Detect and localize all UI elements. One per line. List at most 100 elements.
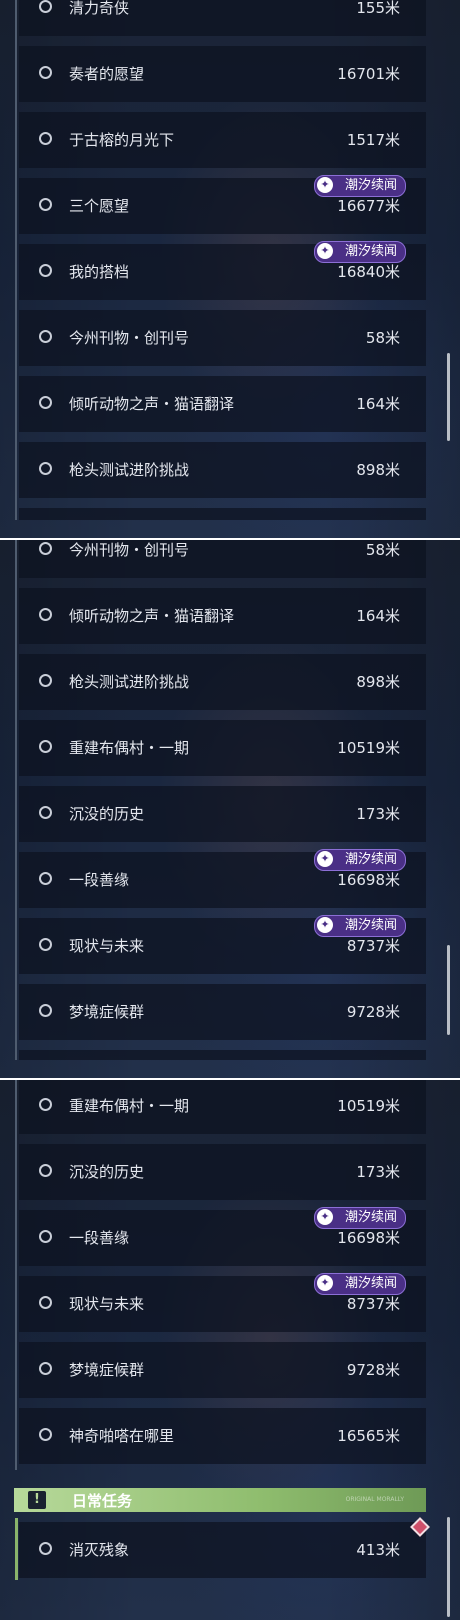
quest-row[interactable]: 消灭残象 413米 bbox=[19, 1522, 426, 1578]
quest-status-circle bbox=[39, 1362, 52, 1375]
scrollbar-thumb[interactable] bbox=[447, 353, 450, 441]
quest-name: 沉没的历史 bbox=[69, 1163, 145, 1181]
quest-row[interactable]: ✦ 潮汐续闻 一段善缘 16698米 bbox=[19, 849, 426, 908]
quest-name: 奏者的愿望 bbox=[69, 65, 145, 83]
quest-distance: 10519米 bbox=[337, 739, 400, 757]
list-rail bbox=[15, 1080, 17, 1470]
quest-status-circle bbox=[39, 66, 52, 79]
quest-row[interactable]: 神奇啪嗒在哪里 16565米 bbox=[19, 1408, 426, 1464]
quest-distance: 10519米 bbox=[337, 1097, 400, 1115]
quest-status-circle bbox=[39, 264, 52, 277]
quest-status-circle bbox=[39, 872, 52, 885]
quest-distance: 16565米 bbox=[337, 1427, 400, 1445]
quest-status-circle bbox=[39, 674, 52, 687]
tide-icon: ✦ bbox=[316, 1275, 333, 1291]
quest-row[interactable]: ✦ 潮汐续闻 一段善缘 16698米 bbox=[19, 1207, 426, 1266]
event-badge-label: 潮汐续闻 bbox=[344, 178, 397, 193]
panel-separator bbox=[0, 1078, 460, 1080]
quest-row[interactable]: 倾听动物之声・猫语翻译 164米 bbox=[19, 376, 426, 432]
quest-row[interactable]: 今州刊物・创刊号 58米 bbox=[19, 540, 426, 578]
quest-row[interactable]: ✦ 潮汐续闻 我的搭档 16840米 bbox=[19, 241, 426, 300]
quest-name: 神奇啪嗒在哪里 bbox=[69, 1427, 175, 1445]
tide-icon: ✦ bbox=[316, 917, 333, 933]
quest-status-circle bbox=[39, 330, 52, 343]
quest-status-circle bbox=[39, 806, 52, 819]
quest-distance: 173米 bbox=[356, 1163, 400, 1181]
quest-row[interactable]: 重建布偶村・一期 10519米 bbox=[19, 720, 426, 776]
quest-status-circle bbox=[39, 1428, 52, 1441]
daily-quests-header[interactable]: ! 日常任务 ORIGINAL MORALLY bbox=[14, 1488, 426, 1512]
quest-row[interactable]: 于古榕的月光下 1517米 bbox=[19, 112, 426, 168]
quest-distance: 898米 bbox=[356, 461, 400, 479]
event-badge: ✦ 潮汐续闻 bbox=[313, 915, 406, 937]
quest-name: 现状与未来 bbox=[69, 1295, 145, 1313]
daily-quests-title: 日常任务 bbox=[72, 1492, 133, 1510]
quest-status-circle bbox=[39, 1230, 52, 1243]
quest-status-circle bbox=[39, 740, 52, 753]
quest-status-circle bbox=[39, 1004, 52, 1017]
quest-status-circle bbox=[39, 1164, 52, 1177]
quest-name: 一段善缘 bbox=[69, 871, 130, 889]
daily-quests-tag: ORIGINAL MORALLY bbox=[345, 1496, 404, 1503]
quest-row[interactable]: 倾听动物之声・猫语翻译 164米 bbox=[19, 588, 426, 644]
quest-name: 梦境症候群 bbox=[69, 1003, 145, 1021]
quest-name: 重建布偶村・一期 bbox=[69, 1097, 190, 1115]
quest-distance: 1517米 bbox=[346, 131, 400, 149]
panel-separator bbox=[0, 538, 460, 540]
quest-row[interactable]: ✦ 潮汐续闻 现状与未来 8737米 bbox=[19, 1273, 426, 1332]
quest-distance: 16701米 bbox=[337, 65, 400, 83]
event-badge: ✦ 潮汐续闻 bbox=[313, 175, 406, 197]
quest-row[interactable]: 枪头测试进阶挑战 898米 bbox=[19, 442, 426, 498]
event-badge-label: 潮汐续闻 bbox=[344, 244, 397, 259]
quest-distance: 164米 bbox=[356, 607, 400, 625]
quest-row-partial bbox=[19, 1050, 426, 1060]
quest-distance: 173米 bbox=[356, 805, 400, 823]
scrollbar-thumb[interactable] bbox=[447, 945, 450, 1035]
quest-row[interactable]: 枪头测试进阶挑战 898米 bbox=[19, 654, 426, 710]
quest-status-circle bbox=[39, 132, 52, 145]
quest-list-panel-2: 今州刊物・创刊号 58米 倾听动物之声・猫语翻译 164米 枪头测试进阶挑战 8… bbox=[0, 540, 460, 1078]
quest-name: 我的搭档 bbox=[69, 263, 130, 281]
tide-icon: ✦ bbox=[316, 243, 333, 259]
scrollbar-thumb[interactable] bbox=[447, 1517, 450, 1617]
tide-icon: ✦ bbox=[316, 851, 333, 867]
quest-row[interactable]: 重建布偶村・一期 10519米 bbox=[19, 1080, 426, 1134]
quest-row[interactable]: 奏者的愿望 16701米 bbox=[19, 46, 426, 102]
quest-status-circle bbox=[39, 1098, 52, 1111]
event-badge-label: 潮汐续闻 bbox=[344, 1276, 397, 1291]
quest-name: 枪头测试进阶挑战 bbox=[69, 461, 190, 479]
quest-name: 重建布偶村・一期 bbox=[69, 739, 190, 757]
list-rail bbox=[15, 0, 17, 520]
event-badge-label: 潮汐续闻 bbox=[344, 852, 397, 867]
quest-status-circle bbox=[39, 198, 52, 211]
quest-status-circle bbox=[39, 396, 52, 409]
quest-status-circle bbox=[39, 462, 52, 475]
quest-row[interactable]: 今州刊物・创刊号 58米 bbox=[19, 310, 426, 366]
quest-name: 清力奇侠 bbox=[69, 0, 130, 17]
quest-name: 今州刊物・创刊号 bbox=[69, 329, 190, 347]
quest-name: 三个愿望 bbox=[69, 197, 130, 215]
quest-row[interactable]: 梦境症候群 9728米 bbox=[19, 1342, 426, 1398]
quest-name: 倾听动物之声・猫语翻译 bbox=[69, 607, 235, 625]
quest-name: 现状与未来 bbox=[69, 937, 145, 955]
event-badge-label: 潮汐续闻 bbox=[344, 918, 397, 933]
quest-name: 倾听动物之声・猫语翻译 bbox=[69, 395, 235, 413]
quest-row[interactable]: 清力奇侠 155米 bbox=[19, 0, 426, 36]
quest-list-panel-3: 重建布偶村・一期 10519米 沉没的历史 173米 ✦ 潮汐续闻 一段善缘 16… bbox=[0, 1080, 460, 1620]
quest-distance: 16677米 bbox=[337, 197, 400, 215]
quest-distance: 16698米 bbox=[337, 871, 400, 889]
tide-icon: ✦ bbox=[316, 1209, 333, 1225]
quest-name: 消灭残象 bbox=[69, 1541, 130, 1559]
quest-distance: 9728米 bbox=[346, 1361, 400, 1379]
quest-row[interactable]: ✦ 潮汐续闻 三个愿望 16677米 bbox=[19, 175, 426, 234]
quest-name: 于古榕的月光下 bbox=[69, 131, 175, 149]
list-rail bbox=[15, 540, 17, 1060]
quest-distance: 8737米 bbox=[346, 1295, 400, 1313]
quest-row[interactable]: 沉没的历史 173米 bbox=[19, 1144, 426, 1200]
quest-name: 枪头测试进阶挑战 bbox=[69, 673, 190, 691]
quest-row[interactable]: 梦境症候群 9728米 bbox=[19, 984, 426, 1040]
quest-distance: 58米 bbox=[365, 541, 400, 559]
quest-row[interactable]: 沉没的历史 173米 bbox=[19, 786, 426, 842]
quest-row[interactable]: ✦ 潮汐续闻 现状与未来 8737米 bbox=[19, 915, 426, 974]
quest-name: 沉没的历史 bbox=[69, 805, 145, 823]
